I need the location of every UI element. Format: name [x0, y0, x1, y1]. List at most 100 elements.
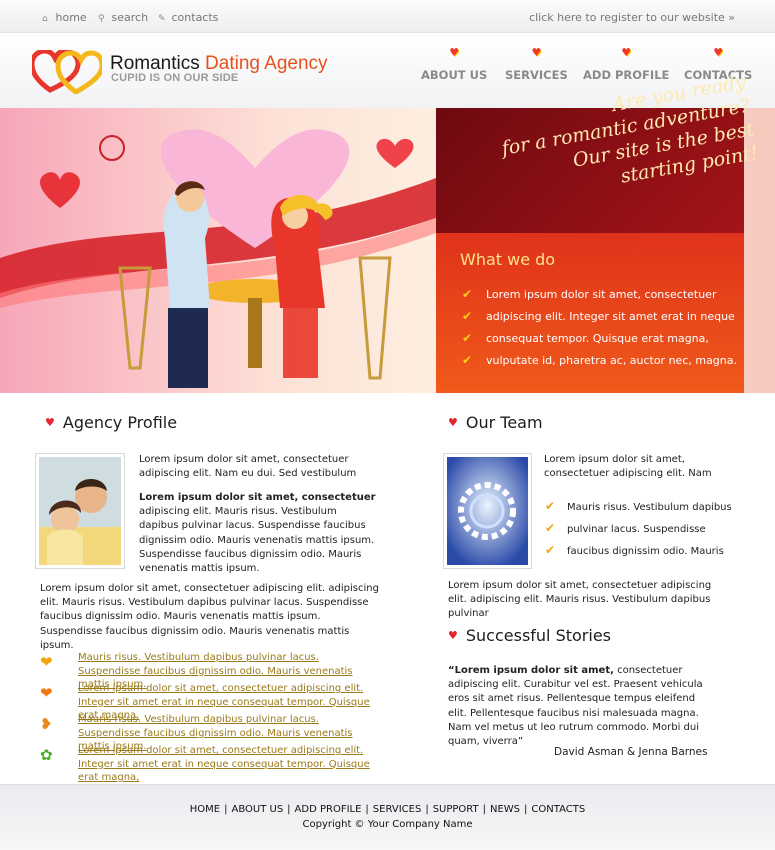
heart-icon: ♥	[531, 46, 542, 59]
brand-first: Romantics	[110, 53, 200, 74]
check-icon: ✔	[545, 521, 556, 535]
heart-icon: ♥	[45, 416, 55, 429]
list-item: ✔ pulvinar lacus. Suspendisse	[545, 521, 732, 543]
top-link-contacts[interactable]: ✎ contacts	[158, 11, 218, 24]
what-we-do-title: What we do	[460, 250, 556, 269]
separator: |	[365, 804, 369, 815]
agency-photo	[35, 453, 125, 569]
heart-icon: ♥	[449, 46, 460, 59]
list-item: ✔ Lorem ipsum dolor sit amet, consectetue…	[462, 287, 737, 309]
footer-link-services[interactable]: SERVICES	[373, 804, 422, 815]
hearts-icon: ❤	[40, 653, 53, 671]
heart-icon: ♥	[448, 416, 458, 429]
agency-full-text: Lorem ipsum dolor sit amet, consectetuer…	[40, 583, 379, 651]
list-item: ❤ Lorem ipsum dolor sit amet, consectetu…	[40, 682, 378, 721]
home-icon: ⌂	[42, 14, 48, 24]
logo-hearts-icon	[32, 50, 102, 94]
story-quote-body: consectetuer adipiscing elit. Curabitur …	[448, 665, 703, 748]
nav-about-us[interactable]: ♥ ABOUT US	[421, 46, 487, 82]
list-item-text: pulvinar lacus. Suspendisse	[567, 524, 706, 535]
separator: |	[224, 804, 228, 815]
team-intro: Lorem ipsum dolor sit amet, consectetuer…	[544, 454, 712, 480]
footer: HOME | ABOUT US | ADD PROFILE | SERVICES | SUPPO…	[0, 784, 775, 850]
agency-body: adipiscing elit. Mauris risus. Vestibulu…	[139, 506, 375, 575]
team-list: ✔ Mauris risus. Vestibulum dapibus ✔ pulvi…	[545, 499, 732, 565]
list-item-text: Mauris risus. Vestibulum dapibus	[567, 502, 732, 513]
heart-arrow-icon: ❥	[40, 715, 53, 733]
brand-second: Dating Agency	[205, 53, 328, 74]
list-item-text: Lorem ipsum dolor sit amet, consectetuer	[486, 288, 717, 301]
clover-icon: ✿	[40, 746, 53, 764]
check-icon: ✔	[545, 543, 556, 557]
agency-link[interactable]: Lorem ipsum dolor sit amet, consectetuer…	[78, 744, 378, 785]
list-item: ✔ adipiscing elit. Integer sit amet erat …	[462, 309, 737, 331]
couple-illustration	[0, 129, 436, 388]
copyright: Copyright © Your Company Name	[302, 819, 473, 830]
footer-nav: HOME | ABOUT US | ADD PROFILE | SERVICES | SUPPO…	[0, 804, 775, 815]
check-icon: ✔	[462, 353, 473, 367]
nav-label: SERVICES	[505, 68, 568, 82]
heart-icon: ♥	[621, 46, 632, 59]
top-link-home[interactable]: ⌂ home	[42, 11, 87, 24]
top-link-label: contacts	[171, 11, 219, 24]
list-item-text: consequat tempor. Quisque erat magna,	[486, 332, 709, 345]
footer-link-about-us[interactable]: ABOUT US	[232, 804, 284, 815]
slogan: CUPID IS ON OUR SIDE	[111, 72, 239, 84]
story-quote: “Lorem ipsum dolor sit amet, consectetue…	[448, 664, 714, 749]
list-item: ❥ Mauris risus. Vestibulum dapibus pulvi…	[40, 713, 378, 752]
top-link-label: home	[55, 11, 87, 24]
agency-profile-heading: ♥ Agency Profile	[45, 413, 177, 432]
section-title: Successful Stories	[465, 626, 612, 645]
top-link-label: search	[111, 11, 149, 24]
nav-add-profile[interactable]: ♥ ADD PROFILE	[583, 46, 669, 82]
agency-links: ❤ Mauris risus. Vestibulum dapibus pulvi…	[40, 651, 378, 783]
top-bar: ⌂ home ⚲ search ✎ contacts click here to…	[0, 0, 775, 33]
list-item: ✔ faucibus dignissim odio. Mauris	[545, 543, 732, 565]
pencil-icon: ✎	[158, 14, 166, 24]
what-we-do-list: ✔ Lorem ipsum dolor sit amet, consectetue…	[462, 287, 737, 375]
heart-icon: ♥	[713, 46, 724, 59]
heart-icon: ♥	[448, 629, 458, 642]
footer-link-add-profile[interactable]: ADD PROFILE	[295, 804, 362, 815]
check-icon: ✔	[462, 309, 473, 323]
check-icon: ✔	[462, 287, 473, 301]
check-icon: ✔	[545, 499, 556, 513]
team-photo	[443, 453, 532, 569]
separator: |	[524, 804, 528, 815]
agency-bold-lead: Lorem ipsum dolor sit amet, consectetuer	[139, 492, 376, 503]
register-link[interactable]: click here to register to our website »	[529, 11, 735, 24]
nav-label: ABOUT US	[421, 68, 488, 82]
footer-link-contacts[interactable]: CONTACTS	[531, 804, 585, 815]
footer-link-news[interactable]: NEWS	[490, 804, 520, 815]
story-quote-lead: “Lorem ipsum dolor sit amet,	[448, 665, 614, 676]
list-item: ✔ Mauris risus. Vestibulum dapibus	[545, 499, 732, 521]
couple-photo-image	[39, 457, 121, 565]
nav-services[interactable]: ♥ SERVICES	[505, 46, 568, 82]
top-link-search[interactable]: ⚲ search	[98, 11, 148, 24]
separator: |	[425, 804, 429, 815]
check-icon: ✔	[462, 331, 473, 345]
section-title: Our Team	[465, 413, 543, 432]
list-item: ✔ vulputate id, pharetra ac, auctor nec, …	[462, 353, 737, 375]
agency-summary: Lorem ipsum dolor sit amet, consectetuer…	[139, 491, 379, 576]
list-item: ✔ consequat tempor. Quisque erat magna,	[462, 331, 737, 353]
section-title: Agency Profile	[62, 413, 178, 432]
list-item-text: adipiscing elit. Integer sit amet erat i…	[486, 310, 735, 323]
separator: |	[287, 804, 291, 815]
nav-label: ADD PROFILE	[583, 68, 670, 82]
team-body: Lorem ipsum dolor sit amet, consectetuer…	[448, 580, 712, 620]
separator: |	[482, 804, 486, 815]
paper-people-image	[447, 457, 528, 565]
search-icon: ⚲	[98, 14, 105, 24]
footer-link-home[interactable]: HOME	[190, 804, 220, 815]
our-team-heading: ♥ Our Team	[448, 413, 543, 432]
agency-intro: Lorem ipsum dolor sit amet, consectetuer…	[139, 454, 357, 480]
footer-link-support[interactable]: SUPPORT	[433, 804, 479, 815]
list-item: ✿ Lorem ipsum dolor sit amet, consectetu…	[40, 744, 378, 783]
list-item-text: vulputate id, pharetra ac, auctor nec, m…	[486, 354, 738, 367]
list-item-text: faucibus dignissim odio. Mauris	[567, 546, 724, 557]
successful-stories-heading: ♥ Successful Stories	[448, 626, 611, 645]
broken-heart-icon: ❤	[40, 684, 53, 702]
list-item: ❤ Mauris risus. Vestibulum dapibus pulvi…	[40, 651, 378, 690]
story-author: David Asman & Jenna Barnes	[554, 746, 708, 758]
